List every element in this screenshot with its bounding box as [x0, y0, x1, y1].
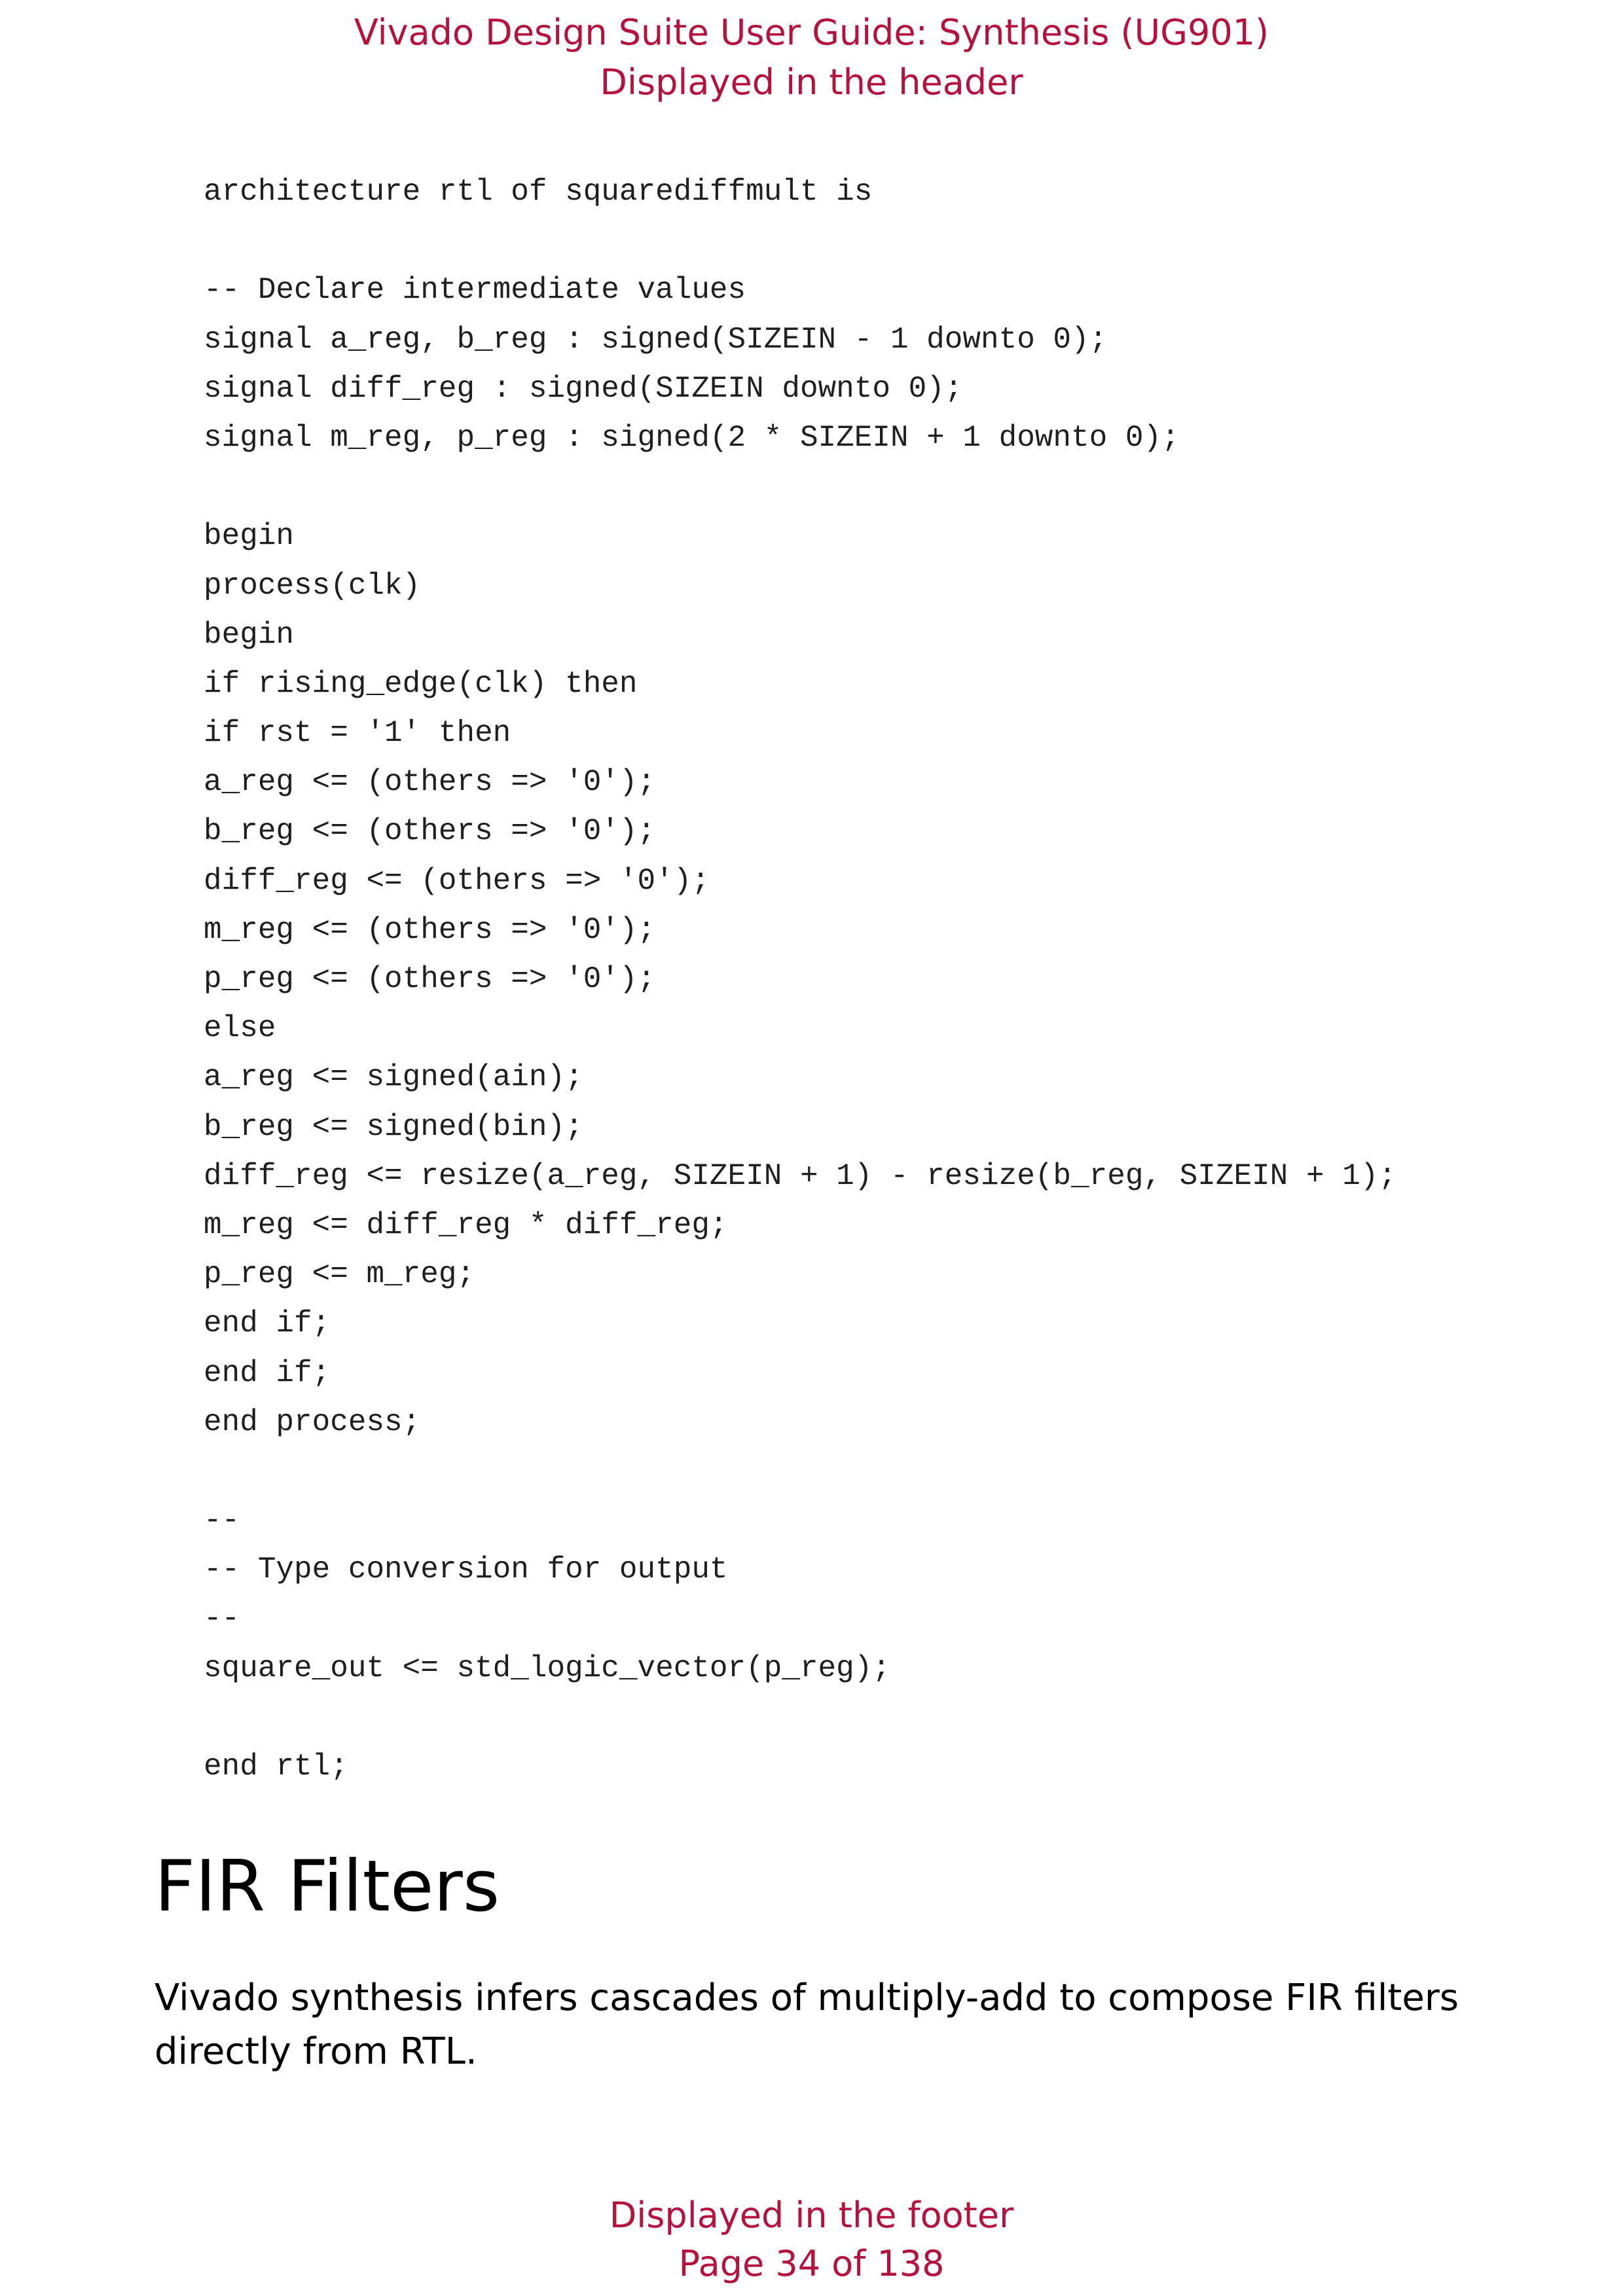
page-header: Vivado Design Suite User Guide: Synthesi… — [0, 8, 1623, 107]
code-line: end process; — [204, 1405, 421, 1439]
code-line: signal m_reg, p_reg : signed(2 * SIZEIN … — [204, 420, 1180, 455]
code-line: a_reg <= (others => '0'); — [204, 765, 656, 800]
code-line: square_out <= std_logic_vector(p_reg); — [204, 1651, 890, 1685]
code-line: begin — [204, 617, 295, 652]
code-line: -- — [204, 1503, 240, 1538]
code-line: diff_reg <= resize(a_reg, SIZEIN + 1) - … — [204, 1158, 1396, 1193]
code-listing: architecture rtl of squarediffmult is --… — [204, 168, 1513, 1791]
code-line: m_reg <= (others => '0'); — [204, 912, 656, 947]
code-line: if rising_edge(clk) then — [204, 666, 638, 701]
code-line: end if; — [204, 1306, 331, 1341]
code-line: signal diff_reg : signed(SIZEIN downto 0… — [204, 371, 963, 406]
code-line: end rtl; — [204, 1749, 348, 1784]
code-line: b_reg <= (others => '0'); — [204, 814, 656, 849]
header-title: Vivado Design Suite User Guide: Synthesi… — [354, 12, 1269, 53]
code-line: signal a_reg, b_reg : signed(SIZEIN - 1 … — [204, 322, 1108, 357]
code-line: else — [204, 1011, 276, 1046]
code-line: a_reg <= signed(ain); — [204, 1060, 583, 1095]
page-footer: Displayed in the footer Page 34 of 138 — [0, 2191, 1623, 2288]
section-heading: FIR Filters — [155, 1846, 500, 1928]
code-line: -- Declare intermediate values — [204, 273, 746, 308]
code-line: -- Type conversion for output — [204, 1552, 728, 1587]
code-line: -- — [204, 1602, 240, 1636]
code-line: end if; — [204, 1355, 331, 1390]
code-line: p_reg <= (others => '0'); — [204, 962, 656, 996]
code-line: architecture rtl of squarediffmult is — [204, 175, 873, 209]
code-line: m_reg <= diff_reg * diff_reg; — [204, 1208, 728, 1242]
code-line: if rst = '1' then — [204, 716, 511, 751]
code-line: p_reg <= m_reg; — [204, 1257, 475, 1292]
code-line: process(clk) — [204, 568, 421, 603]
code-line: diff_reg <= (others => '0'); — [204, 863, 710, 898]
footer-note: Displayed in the footer — [609, 2195, 1014, 2236]
code-line: b_reg <= signed(bin); — [204, 1109, 583, 1144]
code-line: begin — [204, 519, 295, 554]
page-number: Page 34 of 138 — [678, 2243, 945, 2284]
header-subtitle: Displayed in the header — [600, 62, 1023, 103]
section-body: Vivado synthesis infers cascades of mult… — [155, 1977, 1459, 2073]
